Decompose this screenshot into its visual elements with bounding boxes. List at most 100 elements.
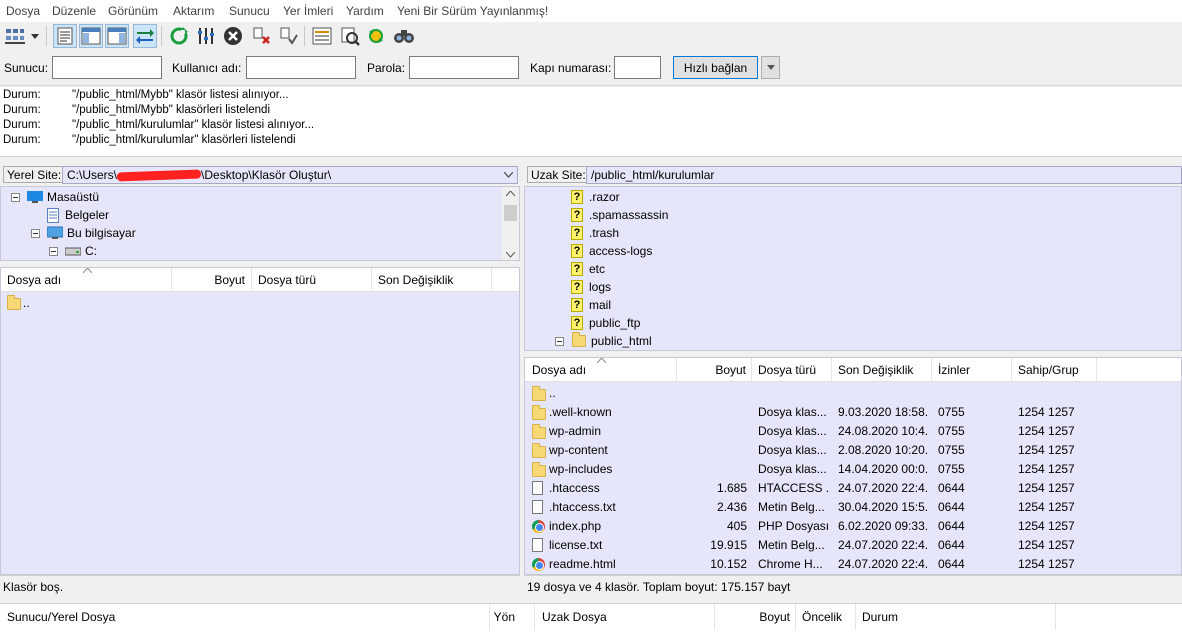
file-perms: 0644: [938, 538, 965, 552]
tree-item[interactable]: ? .trash: [569, 224, 619, 242]
username-field[interactable]: [246, 56, 356, 79]
tree-item-drive-c[interactable]: C:: [45, 242, 97, 260]
collapse-icon[interactable]: [7, 189, 23, 205]
column-size[interactable]: Boyut: [172, 268, 252, 292]
menu-help[interactable]: Yardım: [346, 4, 384, 18]
sync-browse-icon[interactable]: [364, 24, 388, 48]
dropdown-arrow-icon[interactable]: [28, 24, 42, 48]
queue-column-status[interactable]: Durum: [856, 604, 1056, 630]
refresh-icon[interactable]: [167, 24, 191, 48]
folder-icon: [572, 332, 586, 347]
tree-item[interactable]: public_html: [551, 332, 652, 350]
disconnect-icon[interactable]: [249, 24, 273, 48]
column-owner[interactable]: Sahip/Grup: [1012, 358, 1097, 382]
file-modified: 24.08.2020 10:4...: [838, 424, 928, 438]
chevron-up-icon[interactable]: [506, 191, 515, 197]
file-row[interactable]: wp-content Dosya klas... 2.08.2020 10:20..…: [525, 441, 1181, 460]
file-owner: 1254 1257: [1018, 462, 1075, 476]
port-field[interactable]: [614, 56, 661, 79]
menu-transfer[interactable]: Aktarım: [173, 4, 214, 18]
cancel-icon[interactable]: [221, 24, 245, 48]
file-owner: 1254 1257: [1018, 500, 1075, 514]
tree-item[interactable]: ? .razor: [569, 188, 620, 206]
tree-item[interactable]: ? access-logs: [569, 242, 652, 260]
file-row[interactable]: readme.html 10.152 Chrome H... 24.07.2020 2…: [525, 555, 1181, 574]
toggle-remote-tree-icon[interactable]: [105, 24, 129, 48]
column-filename[interactable]: Dosya adı: [1, 268, 172, 292]
column-size[interactable]: Boyut: [677, 358, 752, 382]
queue-column-remote[interactable]: Uzak Dosya: [535, 604, 715, 630]
password-field[interactable]: [409, 56, 519, 79]
menu-file[interactable]: Dosya: [6, 4, 40, 18]
file-row[interactable]: .htaccess 1.685 HTACCESS ... 24.07.2020 22:…: [525, 479, 1181, 498]
column-filename[interactable]: Dosya adı: [525, 358, 677, 382]
tree-item[interactable]: ? logs: [569, 278, 611, 296]
chevron-down-icon[interactable]: [504, 172, 513, 178]
local-tree[interactable]: Masaüstü Belgeler Bu bilgisayar C:: [0, 186, 520, 261]
toggle-local-tree-icon[interactable]: [79, 24, 103, 48]
scroll-thumb[interactable]: [504, 205, 517, 221]
remote-file-list[interactable]: Dosya adı Boyut Dosya türü Son Değişikli…: [524, 357, 1182, 575]
toggle-queue-icon[interactable]: [133, 24, 157, 48]
file-owner: 1254 1257: [1018, 557, 1075, 571]
file-row[interactable]: ..: [525, 384, 1181, 403]
search-icon[interactable]: [392, 24, 416, 48]
column-permissions[interactable]: İzinler: [932, 358, 1012, 382]
quickconnect-history-button[interactable]: [761, 56, 780, 79]
toggle-log-icon[interactable]: [53, 24, 77, 48]
file-name: readme.html: [549, 557, 616, 571]
tree-item-desktop[interactable]: Masaüstü: [7, 188, 99, 206]
tree-item[interactable]: ? public_ftp: [569, 314, 640, 332]
column-modified[interactable]: Son Değişiklik: [832, 358, 932, 382]
collapse-icon[interactable]: [45, 243, 61, 259]
tree-item[interactable]: ? .spamassassin: [569, 206, 668, 224]
file-name: wp-includes: [549, 462, 613, 476]
reconnect-icon[interactable]: [276, 24, 300, 48]
menu-bookmarks[interactable]: Yer İmleri: [283, 4, 333, 18]
message-log[interactable]: Durum: "/public_html/Mybb" klasör listesi…: [0, 87, 1182, 157]
menu-edit[interactable]: Düzenle: [52, 4, 96, 18]
queue-column-direction[interactable]: Yön: [490, 604, 535, 630]
file-row[interactable]: license.txt 19.915 Metin Belg... 24.07.2020…: [525, 536, 1181, 555]
process-queue-icon[interactable]: [194, 24, 218, 48]
column-type[interactable]: Dosya türü: [752, 358, 832, 382]
host-field[interactable]: [52, 56, 162, 79]
queue-column-priority[interactable]: Öncelik: [796, 604, 856, 630]
remote-tree[interactable]: ? .razor ? .spamassassin ? .trash ? access-l…: [524, 186, 1182, 351]
compare-icon[interactable]: [338, 24, 362, 48]
file-modified: 30.04.2020 15:5...: [838, 500, 928, 514]
file-modified: 24.07.2020 22:4...: [838, 481, 928, 495]
column-type[interactable]: Dosya türü: [252, 268, 372, 292]
menu-view[interactable]: Görünüm: [108, 4, 158, 18]
menu-new-version[interactable]: Yeni Bir Sürüm Yayınlanmış!: [397, 4, 548, 18]
filter-icon[interactable]: [310, 24, 334, 48]
file-name: index.php: [549, 519, 602, 533]
file-type: Metin Belg...: [758, 500, 825, 514]
local-tree-scrollbar[interactable]: [502, 187, 519, 260]
file-size: 405: [726, 519, 747, 533]
collapse-icon[interactable]: [551, 333, 567, 349]
collapse-icon[interactable]: [27, 225, 43, 241]
tree-item[interactable]: ? etc: [569, 260, 605, 278]
local-path-field[interactable]: C:\Users\ \Desktop\Klasör Oluştur\: [62, 166, 518, 184]
drive-icon: [65, 243, 81, 259]
tree-item-this-pc[interactable]: Bu bilgisayar: [27, 224, 136, 242]
remote-path-field[interactable]: /public_html/kurulumlar: [586, 166, 1182, 184]
chevron-down-icon[interactable]: [506, 252, 515, 258]
tree-item[interactable]: ? mail: [569, 296, 611, 314]
column-modified[interactable]: Son Değişiklik: [372, 268, 492, 292]
tree-item-documents[interactable]: Belgeler: [45, 206, 109, 224]
file-row[interactable]: wp-admin Dosya klas... 24.08.2020 10:4... 0…: [525, 422, 1181, 441]
file-row[interactable]: wp-includes Dosya klas... 14.04.2020 00:0.…: [525, 460, 1181, 479]
file-row[interactable]: index.php 405 PHP Dosyası 6.02.2020 09:33..…: [525, 517, 1181, 536]
file-row[interactable]: .htaccess.txt 2.436 Metin Belg... 30.04.202…: [525, 498, 1181, 517]
local-file-list[interactable]: Dosya adı Boyut Dosya türü Son Değişikli…: [0, 267, 520, 575]
menu-server[interactable]: Sunucu: [229, 4, 270, 18]
file-row[interactable]: ..: [1, 294, 519, 313]
file-row[interactable]: .well-known Dosya klas... 9.03.2020 18:58.…: [525, 403, 1181, 422]
site-manager-icon[interactable]: [3, 24, 27, 48]
queue-column-size[interactable]: Boyut: [715, 604, 796, 630]
quickconnect-button[interactable]: Hızlı bağlan: [673, 56, 758, 79]
queue-column-local[interactable]: Sunucu/Yerel Dosya: [0, 604, 490, 630]
transfer-queue[interactable]: Sunucu/Yerel Dosya Yön Uzak Dosya Boyut …: [0, 603, 1182, 643]
